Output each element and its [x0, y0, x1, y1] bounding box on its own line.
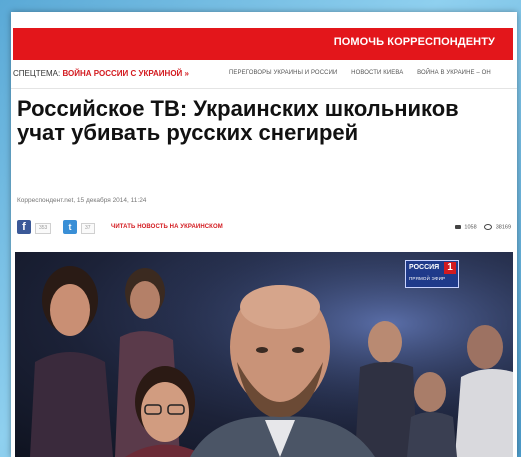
comments-icon — [454, 225, 461, 229]
topic-link-negotiations[interactable]: ПЕРЕГОВОРЫ УКРАИНЫ И РОССИИ — [229, 70, 337, 76]
share-bar: f 353 t 37 ЧИТАТЬ НОВОСТЬ НА УКРАИНСКОМ … — [15, 218, 515, 238]
facebook-icon[interactable]: f — [17, 220, 31, 234]
help-correspondent-link[interactable]: ПОМОЧЬ КОРРЕСПОНДЕНТУ — [334, 36, 495, 48]
channel-live-caption: ПРЯМОЙ ЭФИР — [409, 276, 446, 281]
channel-number: 1 — [444, 262, 456, 274]
topic-link-kyiv-news[interactable]: НОВОСТИ КИЕВА — [351, 70, 403, 76]
twitter-share-count: 37 — [81, 223, 95, 234]
topic-links: ПЕРЕГОВОРЫ УКРАИНЫ И РОССИИ НОВОСТИ КИЕВ… — [229, 70, 503, 76]
topic-link-war[interactable]: ВОЙНА В УКРАИНЕ – ОН — [417, 70, 491, 76]
browser-page: ПОМОЧЬ КОРРЕСПОНДЕНТУ СПЕЦТЕМА: ВОЙНА РО… — [11, 12, 517, 457]
article-stats: 1058 38169 — [454, 224, 511, 231]
views-count: 38169 — [495, 224, 511, 231]
comments-count[interactable]: 1058 — [464, 224, 476, 230]
article-title: Российское ТВ: Украинских школьников уча… — [17, 96, 459, 145]
header-bar: ПОМОЧЬ КОРРЕСПОНДЕНТУ — [13, 28, 513, 60]
read-in-ukrainian-link[interactable]: ЧИТАТЬ НОВОСТЬ НА УКРАИНСКОМ — [111, 224, 223, 230]
facebook-share-count: 353 — [35, 223, 52, 234]
special-topic-link[interactable]: ВОЙНА РОССИИ С УКРАИНОЙ » — [62, 69, 189, 78]
special-topic-nav: СПЕЦТЕМА: ВОЙНА РОССИИ С УКРАИНОЙ » ПЕРЕ… — [11, 62, 517, 89]
twitter-icon[interactable]: t — [63, 220, 77, 234]
article-photo: РОССИЯ 1 ПРЯМОЙ ЭФИР — [15, 252, 513, 457]
views-icon — [484, 224, 493, 230]
channel-logo: РОССИЯ 1 ПРЯМОЙ ЭФИР — [405, 260, 459, 288]
special-topic[interactable]: СПЕЦТЕМА: ВОЙНА РОССИИ С УКРАИНОЙ » — [13, 69, 189, 78]
channel-name: РОССИЯ — [409, 264, 440, 271]
special-topic-label: СПЕЦТЕМА: — [13, 69, 61, 78]
article-meta: Корреспондент.net, 15 декабря 2014, 11:2… — [17, 197, 147, 204]
